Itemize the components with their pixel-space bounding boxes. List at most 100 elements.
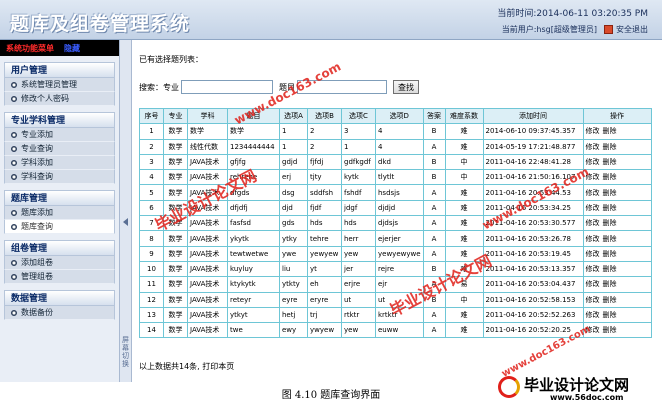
search-button[interactable]: 查找	[393, 80, 419, 94]
menu-header-major[interactable]: 专业学科管理	[4, 112, 115, 128]
delete-link[interactable]: 删除	[603, 219, 617, 227]
menu-item-label: 学科添加	[21, 157, 53, 167]
logout-icon[interactable]	[604, 25, 613, 34]
logout-link[interactable]: 安全退出	[616, 24, 648, 35]
table-cell: A	[422, 138, 446, 155]
sidebar-top-bar: 系统功能菜单 隐藏	[0, 40, 119, 56]
delete-link[interactable]: 删除	[603, 189, 617, 197]
edit-link[interactable]: 修改	[586, 311, 600, 319]
table-cell: yew	[341, 245, 376, 262]
edit-link[interactable]: 修改	[586, 265, 600, 273]
table-cell: 数学	[163, 230, 188, 247]
table-cell: 难	[444, 184, 484, 201]
delete-link[interactable]: 删除	[603, 158, 617, 166]
delete-link[interactable]: 删除	[603, 296, 617, 304]
delete-link[interactable]: 删除	[603, 265, 617, 273]
delete-link[interactable]: 删除	[603, 250, 617, 258]
menu-item-major-add[interactable]: 专业添加	[4, 128, 115, 142]
table-cell: 2	[139, 138, 164, 155]
table-cell: euww	[375, 322, 424, 339]
table-cell: twe	[227, 322, 280, 339]
table-cell: 12	[139, 291, 164, 308]
menu-item-major-query[interactable]: 专业查询	[4, 142, 115, 156]
delete-link[interactable]: 删除	[603, 311, 617, 319]
edit-link[interactable]: 修改	[586, 280, 600, 288]
menu-item-data-backup[interactable]: 数据备份	[4, 306, 115, 320]
delete-link[interactable]: 删除	[603, 204, 617, 212]
menu-item-change-password[interactable]: 修改个人密码	[4, 92, 115, 106]
delete-link[interactable]: 删除	[603, 143, 617, 151]
table-cell: A	[422, 199, 446, 217]
table-cell: B	[422, 123, 446, 140]
table-cell: 5	[139, 184, 164, 201]
table-cell: 数学	[227, 123, 280, 140]
menu-item-bank-add[interactable]: 题库添加	[4, 206, 115, 220]
menu-item-paper-add[interactable]: 添加组卷	[4, 256, 115, 270]
menu-header-bank[interactable]: 题库管理	[4, 190, 115, 206]
column-header: 选项D	[375, 107, 424, 125]
table-row: 3 数学 JAVA技术 gfjfg gdjd fjfdj gdfkgdf dkd B 中 2011-…	[139, 153, 652, 171]
table-cell: 数学	[163, 306, 188, 324]
table-cell: 2011-04-16 20:53:13.357	[482, 260, 584, 278]
edit-link[interactable]: 修改	[586, 143, 600, 151]
bullet-icon	[11, 95, 17, 102]
edit-link[interactable]: 修改	[586, 235, 600, 243]
edit-link[interactable]: 修改	[586, 250, 600, 258]
table-cell: erj	[279, 169, 308, 186]
table-row: 2 数学 线性代数 1234444444 1 2 1 4 A 难 2014-05-19 17:21:…	[139, 138, 652, 155]
collapse-arrow-icon[interactable]	[123, 218, 128, 226]
table-cell: 数学	[163, 245, 188, 262]
table-cell: 4	[375, 138, 424, 155]
table-row: 9 数学 JAVA技术 tewtwetwe ywe yewyew yew yewyewywe A…	[139, 245, 652, 262]
column-header: 难度系数	[444, 107, 484, 125]
table-cell: fjfdj	[307, 153, 342, 171]
table-cell: A	[422, 322, 446, 339]
column-header: 选项C	[341, 107, 376, 125]
menu-item-admin-manage[interactable]: 系统管理员管理	[4, 78, 115, 92]
menu-item-label: 添加组卷	[21, 257, 53, 267]
table-cell: eyre	[279, 291, 308, 308]
delete-link[interactable]: 删除	[603, 326, 617, 334]
edit-link[interactable]: 修改	[586, 219, 600, 227]
delete-link[interactable]: 删除	[603, 280, 617, 288]
menu-header-user[interactable]: 用户管理	[4, 62, 115, 78]
edit-link[interactable]: 修改	[586, 158, 600, 166]
menu-item-label: 系统管理员管理	[21, 79, 77, 89]
table-cell: 难	[444, 123, 484, 140]
table-cell: 1	[279, 123, 308, 140]
table-cell: 4	[139, 169, 164, 186]
menu-item-subject-query[interactable]: 学科查询	[4, 170, 115, 184]
table-cell: jer	[341, 260, 376, 278]
table-cell: JAVA技术	[187, 276, 228, 293]
delete-link[interactable]: 删除	[603, 127, 617, 135]
edit-link[interactable]: 修改	[586, 296, 600, 304]
edit-link[interactable]: 修改	[586, 127, 600, 135]
table-cell: 数学	[163, 322, 188, 339]
table-cell: 数学	[163, 276, 188, 293]
table-cell-actions: 修改 删除	[582, 169, 652, 186]
table-cell: 中	[444, 291, 484, 308]
table-row: 10 数学 JAVA技术 kuyluy liu yt jer rejre B 难 2011-04-1…	[139, 260, 652, 278]
delete-link[interactable]: 删除	[603, 235, 617, 243]
menu-item-paper-manage[interactable]: 管理组卷	[4, 270, 115, 284]
sidebar-splitter[interactable]: 屏幕切换	[120, 40, 132, 382]
menu-header-paper[interactable]: 组卷管理	[4, 240, 115, 256]
menu-item-bank-query[interactable]: 题库查询	[4, 220, 115, 234]
search-major-input[interactable]	[181, 80, 273, 94]
list-title: 已有选择题列表：	[139, 55, 203, 64]
table-row: 11 数学 JAVA技术 ktykytk ytkty eh erjre ejr A 易 2011-0…	[139, 276, 652, 293]
menu-header-data[interactable]: 数据管理	[4, 290, 115, 306]
edit-link[interactable]: 修改	[586, 189, 600, 197]
table-cell: B	[422, 169, 446, 186]
table-cell: djd	[279, 199, 308, 217]
table-cell: 1234444444	[227, 138, 280, 155]
bullet-icon	[11, 81, 17, 88]
table-cell: 2011-04-16 20:53:04.437	[482, 276, 584, 293]
menu-item-subject-add[interactable]: 学科添加	[4, 156, 115, 170]
table-cell: JAVA技术	[187, 153, 228, 171]
sidebar-hide-link[interactable]: 隐藏	[64, 43, 80, 54]
edit-link[interactable]: 修改	[586, 204, 600, 212]
delete-link[interactable]: 删除	[603, 173, 617, 181]
table-cell: 4	[375, 123, 424, 140]
table-cell: trj	[307, 306, 342, 324]
